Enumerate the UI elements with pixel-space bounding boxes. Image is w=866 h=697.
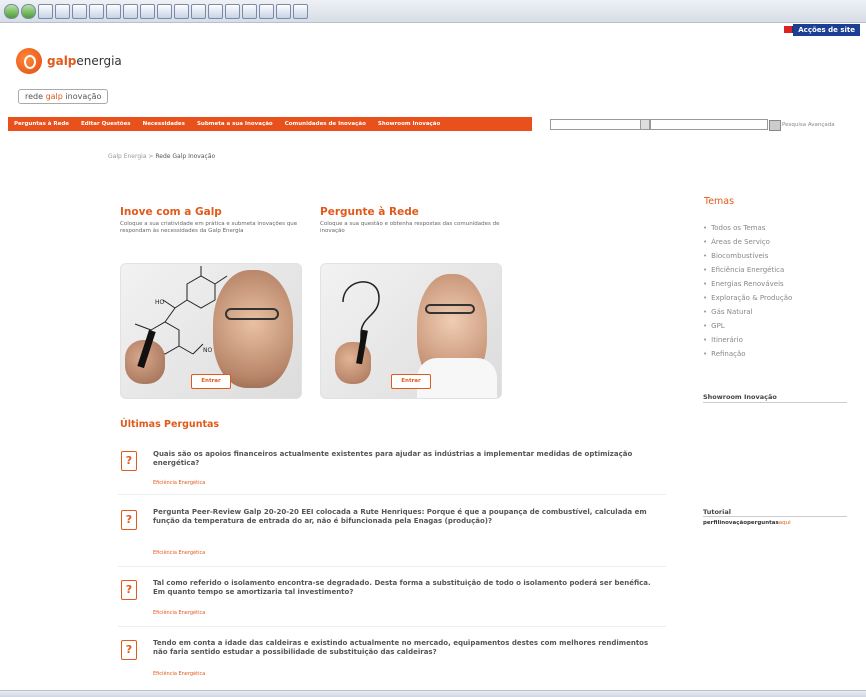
glasses-icon xyxy=(225,308,279,320)
tools-icon[interactable] xyxy=(242,4,257,19)
person-face xyxy=(213,270,293,388)
toolbar-buttons xyxy=(4,4,308,19)
question-meta: Eficiência Energética xyxy=(153,550,206,556)
question-meta: Eficiência Energética xyxy=(153,671,206,677)
question-icon: ? xyxy=(121,510,137,530)
divider xyxy=(703,516,847,517)
breadcrumb-current: Rede Galp Inovação xyxy=(155,153,216,160)
tema-item[interactable]: Todos os Temas xyxy=(703,224,765,232)
pergunte-title[interactable]: Pergunte à Rede xyxy=(320,206,419,218)
search-input[interactable] xyxy=(650,119,768,130)
pergunte-card[interactable]: Entrar xyxy=(320,263,502,399)
showroom-title: Showroom Inovação xyxy=(703,393,777,401)
svg-text:NO: NO xyxy=(203,347,212,354)
forward-icon[interactable] xyxy=(21,4,36,19)
search-button[interactable] xyxy=(769,120,781,131)
search-icon[interactable] xyxy=(89,4,104,19)
question-title[interactable]: Quais são os apoios financeiros actualme… xyxy=(153,450,663,468)
glasses-icon xyxy=(425,304,475,314)
breadcrumb: Galp Energia > Rede Galp Inovação xyxy=(108,153,216,160)
help-icon[interactable] xyxy=(293,4,308,19)
nav-showroom[interactable]: Showroom Inovação xyxy=(372,121,446,127)
question-title[interactable]: Tendo em conta a idade das caldeiras e e… xyxy=(153,639,663,657)
tema-item[interactable]: Exploração & Produção xyxy=(703,294,792,302)
back-icon[interactable] xyxy=(4,4,19,19)
nav-submeta[interactable]: Submeta a sua Inovação xyxy=(191,121,279,127)
pergunte-entrar-button[interactable]: Entrar xyxy=(391,374,431,389)
logo-text: galpenergia xyxy=(47,54,122,68)
divider xyxy=(118,626,666,627)
mail-icon[interactable] xyxy=(140,4,155,19)
question-meta: Eficiência Energética xyxy=(153,610,206,616)
question-title[interactable]: Tal como referido o isolamento encontra-… xyxy=(153,579,663,597)
research-icon[interactable] xyxy=(225,4,240,19)
settings-icon[interactable] xyxy=(276,4,291,19)
favorites-icon[interactable] xyxy=(106,4,121,19)
tutorial-title: Tutorial xyxy=(703,508,731,516)
svg-text:HO: HO xyxy=(155,299,165,306)
tutorial-link[interactable]: aqui xyxy=(779,520,791,526)
site-utility-bar: Acções de site xyxy=(0,23,866,37)
hand-illustration xyxy=(335,342,371,384)
nav-editar-questoes[interactable]: Editar Questões xyxy=(75,121,137,127)
rede-galp-inovacao-badge[interactable]: rede galp inovação xyxy=(18,89,109,104)
messenger-icon[interactable] xyxy=(208,4,223,19)
inove-entrar-button[interactable]: Entrar xyxy=(191,374,231,389)
question-icon: ? xyxy=(121,451,137,471)
tema-item[interactable]: Eficiência Energética xyxy=(703,266,784,274)
edit-icon[interactable] xyxy=(174,4,189,19)
pergunte-description: Coloque a sua questão e obtenha resposta… xyxy=(320,221,500,234)
home-icon[interactable] xyxy=(72,4,87,19)
discuss-icon[interactable] xyxy=(191,4,206,19)
tema-item[interactable]: Refinação xyxy=(703,350,745,358)
main-nav: Perguntas à Rede Editar Questões Necessi… xyxy=(8,117,532,131)
site-actions-button[interactable]: Acções de site xyxy=(793,24,860,36)
history-icon[interactable] xyxy=(123,4,138,19)
tema-item[interactable]: Gás Natural xyxy=(703,308,752,316)
question-title[interactable]: Pergunta Peer-Review Galp 20-20-20 EEI c… xyxy=(153,508,663,526)
divider xyxy=(118,494,666,495)
divider xyxy=(118,566,666,567)
tutorial-text: perfilinovaçãoperguntasaqui xyxy=(703,520,791,526)
galp-logo-icon xyxy=(16,48,42,74)
stop-icon[interactable] xyxy=(38,4,53,19)
nav-necessidades[interactable]: Necessidades xyxy=(137,121,191,127)
question-meta: Eficiência Energética xyxy=(153,480,206,486)
ultimas-perguntas-title: Últimas Perguntas xyxy=(120,419,220,430)
question-icon: ? xyxy=(121,640,137,660)
chevron-down-icon xyxy=(640,120,649,129)
inove-card[interactable]: HO OH NO Entrar xyxy=(120,263,302,399)
tema-item[interactable]: Biocombustíveis xyxy=(703,252,768,260)
tema-item[interactable]: GPL xyxy=(703,322,725,330)
temas-title: Temas xyxy=(704,196,735,207)
tema-item[interactable]: Áreas de Serviço xyxy=(703,238,770,246)
tema-item[interactable]: Itinerário xyxy=(703,336,743,344)
print-icon[interactable] xyxy=(157,4,172,19)
inove-title[interactable]: Inove com a Galp xyxy=(120,206,222,218)
galp-logo[interactable]: galpenergia xyxy=(16,48,122,74)
breadcrumb-root[interactable]: Galp Energia xyxy=(108,153,147,160)
search-scope-select[interactable] xyxy=(550,119,650,130)
refresh-icon[interactable] xyxy=(55,4,70,19)
divider xyxy=(703,402,847,403)
browser-toolbar xyxy=(0,0,866,23)
page-icon[interactable] xyxy=(259,4,274,19)
nav-comunidades[interactable]: Comunidades de Inovação xyxy=(279,121,372,127)
question-icon: ? xyxy=(121,580,137,600)
advanced-search-link[interactable]: Pesquisa Avançada xyxy=(782,122,835,128)
tema-item[interactable]: Energias Renováveis xyxy=(703,280,784,288)
inove-description: Coloque a sua criatividade em prática e … xyxy=(120,221,298,234)
nav-perguntas[interactable]: Perguntas à Rede xyxy=(8,121,75,127)
